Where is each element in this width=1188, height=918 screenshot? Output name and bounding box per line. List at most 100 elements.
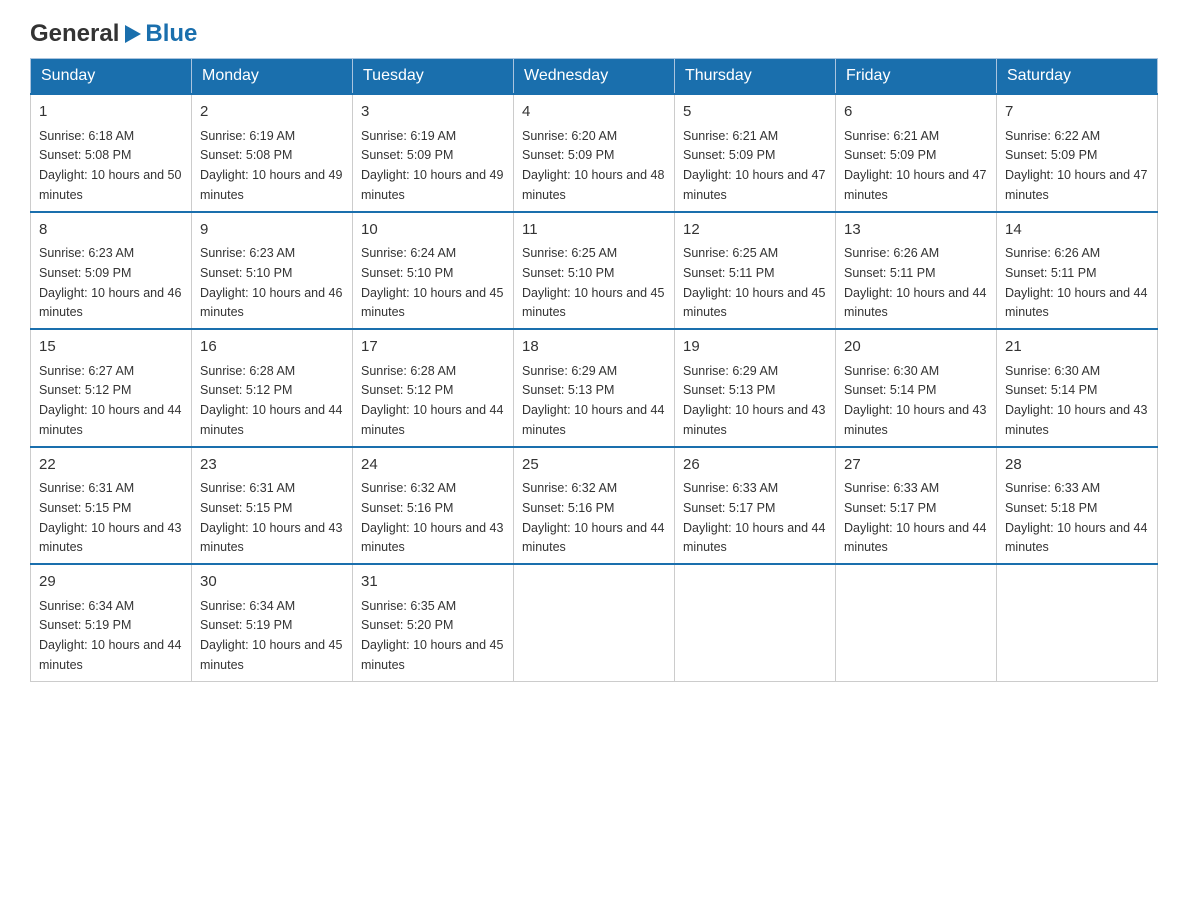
day-sunrise: Sunrise: 6:28 AM <box>200 364 295 378</box>
calendar-day-cell: 4 Sunrise: 6:20 AM Sunset: 5:09 PM Dayli… <box>514 94 675 212</box>
day-daylight: Daylight: 10 hours and 44 minutes <box>522 403 664 437</box>
day-sunrise: Sunrise: 6:30 AM <box>844 364 939 378</box>
day-sunrise: Sunrise: 6:33 AM <box>683 481 778 495</box>
day-sunrise: Sunrise: 6:25 AM <box>522 246 617 260</box>
day-number: 19 <box>683 336 827 359</box>
day-sunrise: Sunrise: 6:19 AM <box>361 129 456 143</box>
calendar-day-cell <box>675 564 836 681</box>
day-number: 28 <box>1005 454 1149 477</box>
day-daylight: Daylight: 10 hours and 44 minutes <box>1005 521 1147 555</box>
day-sunset: Sunset: 5:12 PM <box>39 383 131 397</box>
day-sunrise: Sunrise: 6:32 AM <box>522 481 617 495</box>
day-number: 29 <box>39 571 183 594</box>
day-daylight: Daylight: 10 hours and 44 minutes <box>683 521 825 555</box>
calendar-day-cell: 23 Sunrise: 6:31 AM Sunset: 5:15 PM Dayl… <box>192 447 353 565</box>
calendar-day-cell: 3 Sunrise: 6:19 AM Sunset: 5:09 PM Dayli… <box>353 94 514 212</box>
day-number: 24 <box>361 454 505 477</box>
calendar-day-cell: 5 Sunrise: 6:21 AM Sunset: 5:09 PM Dayli… <box>675 94 836 212</box>
day-daylight: Daylight: 10 hours and 44 minutes <box>39 638 181 672</box>
calendar-day-cell: 27 Sunrise: 6:33 AM Sunset: 5:17 PM Dayl… <box>836 447 997 565</box>
day-sunset: Sunset: 5:08 PM <box>200 148 292 162</box>
day-daylight: Daylight: 10 hours and 45 minutes <box>361 286 503 320</box>
day-daylight: Daylight: 10 hours and 43 minutes <box>844 403 986 437</box>
day-daylight: Daylight: 10 hours and 43 minutes <box>1005 403 1147 437</box>
day-sunset: Sunset: 5:09 PM <box>522 148 614 162</box>
day-number: 10 <box>361 219 505 242</box>
calendar-day-cell: 16 Sunrise: 6:28 AM Sunset: 5:12 PM Dayl… <box>192 329 353 447</box>
calendar-table: SundayMondayTuesdayWednesdayThursdayFrid… <box>30 58 1158 682</box>
calendar-day-cell: 13 Sunrise: 6:26 AM Sunset: 5:11 PM Dayl… <box>836 212 997 330</box>
day-sunrise: Sunrise: 6:19 AM <box>200 129 295 143</box>
calendar-week-row: 29 Sunrise: 6:34 AM Sunset: 5:19 PM Dayl… <box>31 564 1158 681</box>
day-number: 23 <box>200 454 344 477</box>
day-sunset: Sunset: 5:17 PM <box>683 501 775 515</box>
day-number: 8 <box>39 219 183 242</box>
day-sunrise: Sunrise: 6:28 AM <box>361 364 456 378</box>
day-sunrise: Sunrise: 6:21 AM <box>844 129 939 143</box>
calendar-day-cell: 1 Sunrise: 6:18 AM Sunset: 5:08 PM Dayli… <box>31 94 192 212</box>
day-daylight: Daylight: 10 hours and 44 minutes <box>522 521 664 555</box>
calendar-day-cell <box>997 564 1158 681</box>
calendar-day-cell: 31 Sunrise: 6:35 AM Sunset: 5:20 PM Dayl… <box>353 564 514 681</box>
day-sunrise: Sunrise: 6:27 AM <box>39 364 134 378</box>
day-number: 27 <box>844 454 988 477</box>
day-daylight: Daylight: 10 hours and 43 minutes <box>361 521 503 555</box>
day-daylight: Daylight: 10 hours and 48 minutes <box>522 168 664 202</box>
logo-blue-row: Blue <box>145 20 197 48</box>
day-sunrise: Sunrise: 6:23 AM <box>200 246 295 260</box>
day-sunrise: Sunrise: 6:32 AM <box>361 481 456 495</box>
page-header: General Blue <box>30 20 1158 48</box>
day-daylight: Daylight: 10 hours and 47 minutes <box>844 168 986 202</box>
day-number: 7 <box>1005 101 1149 124</box>
day-number: 30 <box>200 571 344 594</box>
calendar-week-row: 15 Sunrise: 6:27 AM Sunset: 5:12 PM Dayl… <box>31 329 1158 447</box>
day-sunset: Sunset: 5:09 PM <box>683 148 775 162</box>
day-sunrise: Sunrise: 6:33 AM <box>1005 481 1100 495</box>
calendar-day-cell: 22 Sunrise: 6:31 AM Sunset: 5:15 PM Dayl… <box>31 447 192 565</box>
day-sunset: Sunset: 5:09 PM <box>39 266 131 280</box>
calendar-day-cell: 14 Sunrise: 6:26 AM Sunset: 5:11 PM Dayl… <box>997 212 1158 330</box>
day-number: 21 <box>1005 336 1149 359</box>
day-sunset: Sunset: 5:15 PM <box>200 501 292 515</box>
day-daylight: Daylight: 10 hours and 47 minutes <box>1005 168 1147 202</box>
day-number: 5 <box>683 101 827 124</box>
calendar-header-tuesday: Tuesday <box>353 59 514 95</box>
day-sunset: Sunset: 5:19 PM <box>200 618 292 632</box>
day-sunrise: Sunrise: 6:22 AM <box>1005 129 1100 143</box>
logo: General Blue <box>30 20 197 48</box>
day-number: 6 <box>844 101 988 124</box>
day-number: 18 <box>522 336 666 359</box>
logo-arrow-icon <box>121 23 143 45</box>
day-daylight: Daylight: 10 hours and 45 minutes <box>522 286 664 320</box>
day-number: 9 <box>200 219 344 242</box>
day-number: 12 <box>683 219 827 242</box>
day-number: 11 <box>522 219 666 242</box>
day-sunrise: Sunrise: 6:18 AM <box>39 129 134 143</box>
calendar-day-cell: 26 Sunrise: 6:33 AM Sunset: 5:17 PM Dayl… <box>675 447 836 565</box>
day-number: 4 <box>522 101 666 124</box>
calendar-week-row: 8 Sunrise: 6:23 AM Sunset: 5:09 PM Dayli… <box>31 212 1158 330</box>
day-number: 2 <box>200 101 344 124</box>
logo-blue-text: Blue <box>145 20 197 47</box>
day-sunrise: Sunrise: 6:20 AM <box>522 129 617 143</box>
day-number: 3 <box>361 101 505 124</box>
day-sunrise: Sunrise: 6:34 AM <box>39 599 134 613</box>
calendar-week-row: 1 Sunrise: 6:18 AM Sunset: 5:08 PM Dayli… <box>31 94 1158 212</box>
day-daylight: Daylight: 10 hours and 44 minutes <box>361 403 503 437</box>
day-sunrise: Sunrise: 6:26 AM <box>1005 246 1100 260</box>
calendar-day-cell: 10 Sunrise: 6:24 AM Sunset: 5:10 PM Dayl… <box>353 212 514 330</box>
day-sunset: Sunset: 5:10 PM <box>361 266 453 280</box>
day-daylight: Daylight: 10 hours and 44 minutes <box>844 286 986 320</box>
day-sunset: Sunset: 5:09 PM <box>1005 148 1097 162</box>
day-sunset: Sunset: 5:14 PM <box>844 383 936 397</box>
day-number: 20 <box>844 336 988 359</box>
day-daylight: Daylight: 10 hours and 44 minutes <box>200 403 342 437</box>
day-sunrise: Sunrise: 6:29 AM <box>683 364 778 378</box>
day-sunrise: Sunrise: 6:24 AM <box>361 246 456 260</box>
day-sunset: Sunset: 5:10 PM <box>522 266 614 280</box>
calendar-day-cell: 25 Sunrise: 6:32 AM Sunset: 5:16 PM Dayl… <box>514 447 675 565</box>
calendar-header-friday: Friday <box>836 59 997 95</box>
day-sunset: Sunset: 5:14 PM <box>1005 383 1097 397</box>
day-daylight: Daylight: 10 hours and 43 minutes <box>39 521 181 555</box>
day-sunrise: Sunrise: 6:25 AM <box>683 246 778 260</box>
